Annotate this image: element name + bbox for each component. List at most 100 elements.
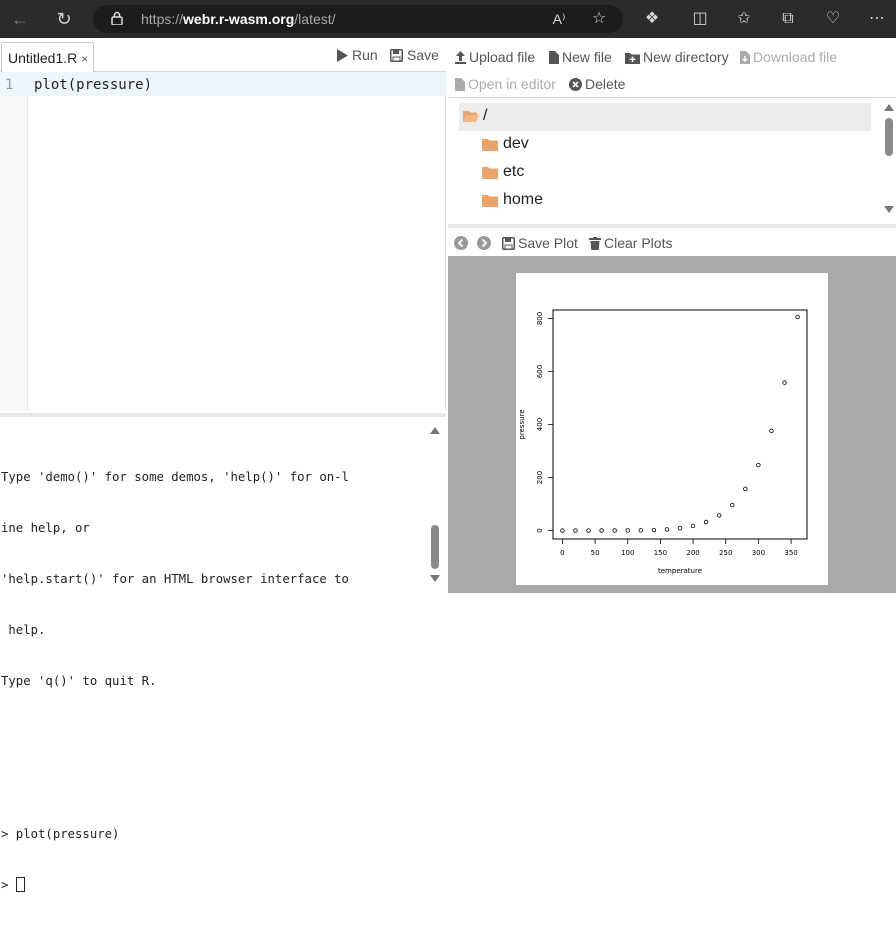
data-point <box>703 519 709 525</box>
scroll-up-icon[interactable] <box>884 104 894 111</box>
code-editor-panel: Untitled1.R × Run Save 1 plot(pressure) <box>0 38 446 411</box>
arrow-left-circle-icon <box>454 236 468 250</box>
floppy-icon <box>502 237 515 250</box>
y-tick-label: 600 <box>536 365 544 378</box>
console-line: Type 'demo()' for some demos, 'help()' f… <box>1 470 349 484</box>
new-directory-button[interactable]: New directory <box>625 49 729 65</box>
tab-untitled1[interactable]: Untitled1.R × <box>1 42 94 72</box>
console-line: > plot(pressure) <box>1 827 120 841</box>
scroll-thumb[interactable] <box>885 118 893 156</box>
data-point <box>677 525 683 531</box>
previous-plot-button[interactable] <box>454 235 471 251</box>
scroll-thumb[interactable] <box>431 525 439 569</box>
y-tick-label: 200 <box>536 471 544 484</box>
r-console[interactable]: Type 'demo()' for some demos, 'help()' f… <box>0 413 446 892</box>
x-tick-label: 350 <box>784 549 797 557</box>
open-in-editor-button[interactable]: Open in editor <box>455 76 556 92</box>
data-point <box>586 528 591 533</box>
data-point <box>664 527 670 532</box>
data-point <box>756 462 761 468</box>
new-file-button[interactable]: New file <box>549 49 612 65</box>
data-point <box>782 380 787 385</box>
y-axis-label: pressure <box>518 409 526 439</box>
data-point <box>625 528 630 533</box>
file-edit-icon <box>455 78 465 91</box>
x-tick-label: 200 <box>686 549 699 557</box>
favorites-icon[interactable]: ✩ <box>733 8 755 30</box>
data-point <box>795 314 800 320</box>
url-text: https://webr.r-wasm.org/latest/ <box>141 11 336 27</box>
line-gutter <box>0 72 28 411</box>
browser-essentials-icon[interactable]: ♡ <box>822 8 844 30</box>
pressure-scatter-plot: 0 50 100 150 200 250 300 350 0 200 400 600 800 temper… <box>518 309 808 575</box>
y-tick-label: 0 <box>536 528 544 532</box>
download-file-button[interactable]: Download file <box>740 49 837 65</box>
x-tick-label: 0 <box>560 549 564 557</box>
console-line: Type 'q()' to quit R. <box>1 674 157 688</box>
text-cursor <box>15 877 25 892</box>
read-aloud-icon[interactable]: A⁾ <box>548 8 570 30</box>
y-tick-label: 800 <box>536 312 544 325</box>
back-icon[interactable]: ← <box>8 7 32 31</box>
console-prompt[interactable]: > <box>1 877 426 894</box>
more-menu-icon[interactable]: ⋯ <box>866 8 888 30</box>
save-plot-button[interactable]: Save Plot <box>502 235 578 251</box>
tab-close-icon[interactable]: × <box>81 52 88 66</box>
data-point <box>638 528 644 533</box>
address-bar[interactable]: https://webr.r-wasm.org/latest/ A⁾ ☆ <box>93 5 623 33</box>
lock-icon <box>111 11 123 25</box>
scroll-down-icon[interactable] <box>430 575 440 582</box>
next-plot-button[interactable] <box>477 235 494 251</box>
collections-icon[interactable]: ⧉ <box>777 8 799 30</box>
y-tick-label: 400 <box>536 418 544 431</box>
scroll-down-icon[interactable] <box>884 206 894 213</box>
save-button[interactable]: Save <box>390 47 439 63</box>
console-scrollbar[interactable] <box>428 425 442 585</box>
x-tick-label: 50 <box>591 549 600 557</box>
plot-viewer: 0 50 100 150 200 250 300 350 0 200 400 600 800 temper… <box>448 256 896 593</box>
data-point <box>651 527 657 533</box>
trash-icon <box>589 237 601 250</box>
plot-toolbar: Save Plot Clear Plots <box>448 224 896 256</box>
data-point <box>599 528 604 533</box>
data-point <box>743 486 748 492</box>
delete-icon <box>569 78 582 91</box>
data-point <box>769 428 774 434</box>
tab-label: Untitled1.R <box>8 50 78 66</box>
upload-icon <box>455 51 466 64</box>
run-button[interactable]: Run <box>336 47 378 63</box>
delete-button[interactable]: Delete <box>569 76 625 92</box>
x-tick-label: 150 <box>654 549 667 557</box>
favorite-star-icon[interactable]: ☆ <box>588 8 610 30</box>
plot-frame <box>552 309 808 540</box>
x-tick-label: 100 <box>621 549 634 557</box>
split-screen-icon[interactable]: ◫ <box>689 8 711 30</box>
data-point <box>573 528 578 533</box>
line-number: 1 <box>5 77 14 93</box>
download-icon <box>740 51 750 64</box>
clear-plots-button[interactable]: Clear Plots <box>589 235 672 251</box>
folder-icon <box>482 195 498 207</box>
folder-open-icon <box>463 111 479 122</box>
data-point <box>716 513 722 518</box>
x-axis-label: temperature <box>658 567 702 575</box>
refresh-icon[interactable]: ↻ <box>52 7 76 31</box>
code-text[interactable]: plot(pressure) <box>34 77 152 93</box>
folder-plus-icon <box>625 53 640 64</box>
x-tick-label: 300 <box>752 549 765 557</box>
tree-scrollbar[interactable] <box>882 102 896 218</box>
scroll-up-icon[interactable] <box>430 427 440 434</box>
extensions-icon[interactable]: ❖ <box>641 8 663 30</box>
folder-icon <box>482 139 498 151</box>
data-point <box>690 523 696 529</box>
file-icon <box>549 51 559 64</box>
tree-item-root[interactable]: / <box>459 103 871 131</box>
console-line: ine help, or <box>1 521 90 535</box>
data-point <box>612 528 617 533</box>
plot-canvas: 0 50 100 150 200 250 300 350 0 200 400 600 800 temper… <box>516 273 828 585</box>
data-point <box>560 528 565 533</box>
upload-file-button[interactable]: Upload file <box>455 49 535 65</box>
play-icon <box>337 49 348 62</box>
